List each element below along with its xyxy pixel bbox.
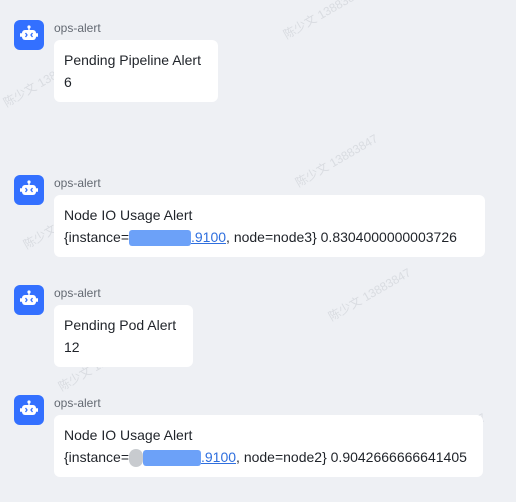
message-bubble[interactable]: Pending Pipeline Alert 6 <box>54 40 218 102</box>
avatar[interactable] <box>14 285 44 315</box>
redacted-ip <box>129 230 191 247</box>
watermark: 陈少文 13883847 <box>293 131 381 190</box>
message-bubble[interactable]: Node IO Usage Alert {instance= .9100, nod… <box>54 415 483 477</box>
alert-title: Pending Pipeline Alert <box>64 52 201 68</box>
watermark: 陈少文 13883847 <box>281 0 369 42</box>
instance-link[interactable]: .9100 <box>191 229 226 245</box>
sender-name: ops-alert <box>54 21 101 35</box>
message-bubble[interactable]: Pending Pod Alert 12 <box>54 305 193 367</box>
sender-name: ops-alert <box>54 176 101 190</box>
robot-icon <box>20 25 38 40</box>
instance-link[interactable]: .9100 <box>201 449 236 465</box>
metric-tail: , node=node2} 0.9042666666641405 <box>236 449 467 465</box>
metric-tail: , node=node3} 0.8304000000003726 <box>226 229 457 245</box>
alert-title: Node IO Usage Alert <box>64 427 193 443</box>
instance-label: {instance= <box>64 449 129 465</box>
alert-metric-line: {instance= .9100, node=node2} 0.904266666… <box>64 446 473 468</box>
message-bubble[interactable]: Node IO Usage Alert {instance= .9100, nod… <box>54 195 485 257</box>
watermark: 陈少文 13883847 <box>326 265 414 324</box>
robot-icon <box>20 290 38 305</box>
redacted-ip <box>129 449 143 468</box>
robot-icon <box>20 400 38 415</box>
avatar[interactable] <box>14 395 44 425</box>
avatar[interactable] <box>14 20 44 50</box>
robot-icon <box>20 180 38 195</box>
avatar[interactable] <box>14 175 44 205</box>
alert-value: 6 <box>64 74 72 90</box>
instance-label: {instance= <box>64 229 129 245</box>
sender-name: ops-alert <box>54 396 101 410</box>
alert-title: Pending Pod Alert <box>64 317 177 333</box>
sender-name: ops-alert <box>54 286 101 300</box>
redacted-ip <box>143 450 201 467</box>
alert-title: Node IO Usage Alert <box>64 207 193 223</box>
alert-metric-line: {instance= .9100, node=node3} 0.830400000… <box>64 226 475 248</box>
alert-value: 12 <box>64 339 80 355</box>
